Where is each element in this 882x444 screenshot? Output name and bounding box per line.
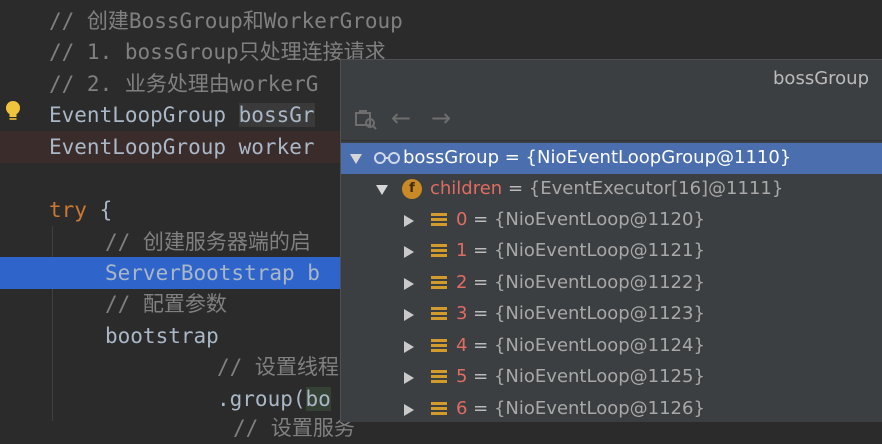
code-comment: // 创建BossGroup和WorkerGroup (49, 9, 403, 33)
code-comment: // 设置线程 (217, 355, 339, 379)
array-index: 2 (456, 272, 468, 293)
array-index: 1 (456, 240, 468, 261)
array-element-icon (431, 276, 447, 292)
array-index: 5 (456, 366, 468, 387)
var-value: {NioEventLoop@1125} (493, 366, 705, 387)
array-index: 6 (456, 398, 468, 419)
tree-node-root[interactable]: bossGroup = {NioEventLoopGroup@1110} (341, 143, 882, 174)
tree-node-array-item[interactable]: 0 = {NioEventLoop@1120} (341, 205, 882, 236)
collapse-arrow-icon[interactable] (376, 185, 388, 195)
code-comment: // 2. 业务处理由workerG (49, 72, 319, 96)
field-icon: f (402, 179, 422, 199)
code-line[interactable]: // 创建BossGroup和WorkerGroup (0, 5, 882, 37)
identifier-highlight: bossGr (238, 103, 315, 127)
var-value: {NioEventLoop@1120} (493, 209, 705, 230)
code-comment: // 设置服务 (233, 416, 355, 440)
array-index: 0 (456, 209, 468, 230)
array-element-icon (431, 370, 447, 386)
popup-title-bar[interactable]: bossGroup (341, 60, 882, 98)
var-value: {NioEventLoop@1126} (493, 398, 705, 419)
var-value: {NioEventLoopGroup@1110} (525, 147, 792, 168)
identifier-highlight: bo (305, 387, 331, 411)
array-element-icon (431, 402, 447, 418)
type-name: EventLoopGroup (49, 103, 239, 127)
tree-node-array-item[interactable]: 3 = {NioEventLoop@1123} (341, 299, 882, 330)
var-equals: = (467, 209, 494, 230)
back-arrow-icon[interactable]: ← (391, 106, 415, 131)
tree-node-text: 6 = {NioEventLoop@1126} (456, 398, 705, 420)
code-brace: { (86, 198, 113, 222)
code-text: EventLoopGroup bossGr (49, 99, 315, 131)
code-text: EventLoopGroup worker (49, 135, 315, 159)
code-text: .group(bo (217, 383, 331, 415)
expand-arrow-icon[interactable] (404, 404, 414, 416)
expand-arrow-icon[interactable] (404, 246, 414, 258)
tree-node-array-item[interactable]: 2 = {NioEventLoop@1122} (341, 268, 882, 299)
variable-tree[interactable]: bossGroup = {NioEventLoopGroup@1110} f c… (341, 141, 882, 422)
tree-node-array-item[interactable]: 1 = {NioEventLoop@1121} (341, 236, 882, 267)
var-equals: = (467, 240, 494, 261)
tree-node-text: 0 = {NioEventLoop@1120} (456, 209, 705, 231)
tree-node-text: 1 = {NioEventLoop@1121} (456, 240, 705, 262)
forward-arrow-icon[interactable]: → (431, 106, 455, 131)
expand-arrow-icon[interactable] (404, 341, 414, 353)
popup-title: bossGroup (773, 68, 869, 89)
tree-node-text: bossGroup = {NioEventLoopGroup@1110} (403, 147, 791, 169)
tree-node-children[interactable]: f children = {EventExecutor[16]@1111} (341, 174, 882, 205)
method-call: .group( (217, 387, 306, 411)
code-comment: // 创建服务器端的启 (105, 230, 311, 254)
expand-arrow-icon[interactable] (404, 372, 414, 384)
expand-arrow-icon[interactable] (404, 215, 414, 227)
tree-node-text: children = {EventExecutor[16]@1111} (430, 178, 783, 200)
evaluate-icon[interactable] (354, 107, 378, 131)
tree-node-array-item[interactable]: 6 = {NioEventLoop@1126} (341, 394, 882, 422)
var-value: {NioEventLoop@1121} (493, 240, 705, 261)
array-index: 3 (456, 303, 468, 324)
popup-toolbar: ← → (341, 98, 882, 141)
tree-node-text: 3 = {NioEventLoop@1123} (456, 303, 705, 325)
var-equals: = (467, 303, 494, 324)
code-text: ServerBootstrap b (105, 261, 320, 285)
var-equals: = (467, 366, 494, 387)
array-index: 4 (456, 335, 468, 356)
tree-node-text: 5 = {NioEventLoop@1125} (456, 366, 705, 388)
var-equals: = (467, 335, 494, 356)
expand-arrow-icon[interactable] (404, 309, 414, 321)
tree-node-text: 2 = {NioEventLoop@1122} (456, 272, 705, 294)
expand-arrow-icon[interactable] (404, 278, 414, 290)
tree-node-text: 4 = {NioEventLoop@1124} (456, 335, 705, 357)
array-element-icon (431, 307, 447, 323)
keyword: try (49, 198, 87, 222)
var-equals: = (467, 398, 494, 419)
array-element-icon (431, 244, 447, 260)
collapse-arrow-icon[interactable] (350, 154, 362, 164)
var-name: bossGroup (403, 147, 499, 168)
var-value: {NioEventLoop@1122} (493, 272, 705, 293)
array-element-icon (431, 339, 447, 355)
var-equals: = (499, 147, 526, 168)
var-value: {NioEventLoop@1124} (493, 335, 705, 356)
code-text: bootstrap (105, 324, 219, 348)
tree-node-array-item[interactable]: 5 = {NioEventLoop@1125} (341, 362, 882, 393)
var-value: {EventExecutor[16]@1111} (528, 178, 784, 199)
code-comment: // 1. bossGroup只处理连接请求 (49, 40, 386, 64)
var-name: children (430, 178, 503, 199)
code-text: try { (49, 194, 112, 226)
variable-inspector-popup[interactable]: bossGroup ← → bossGroup = {NioEventLoopG… (340, 59, 882, 422)
var-equals: = (502, 178, 529, 199)
watch-glasses-icon (374, 152, 400, 164)
var-value: {NioEventLoop@1123} (493, 303, 705, 324)
array-element-icon (431, 213, 447, 229)
tree-node-array-item[interactable]: 4 = {NioEventLoop@1124} (341, 331, 882, 362)
var-equals: = (467, 272, 494, 293)
code-comment: // 配置参数 (105, 292, 227, 316)
